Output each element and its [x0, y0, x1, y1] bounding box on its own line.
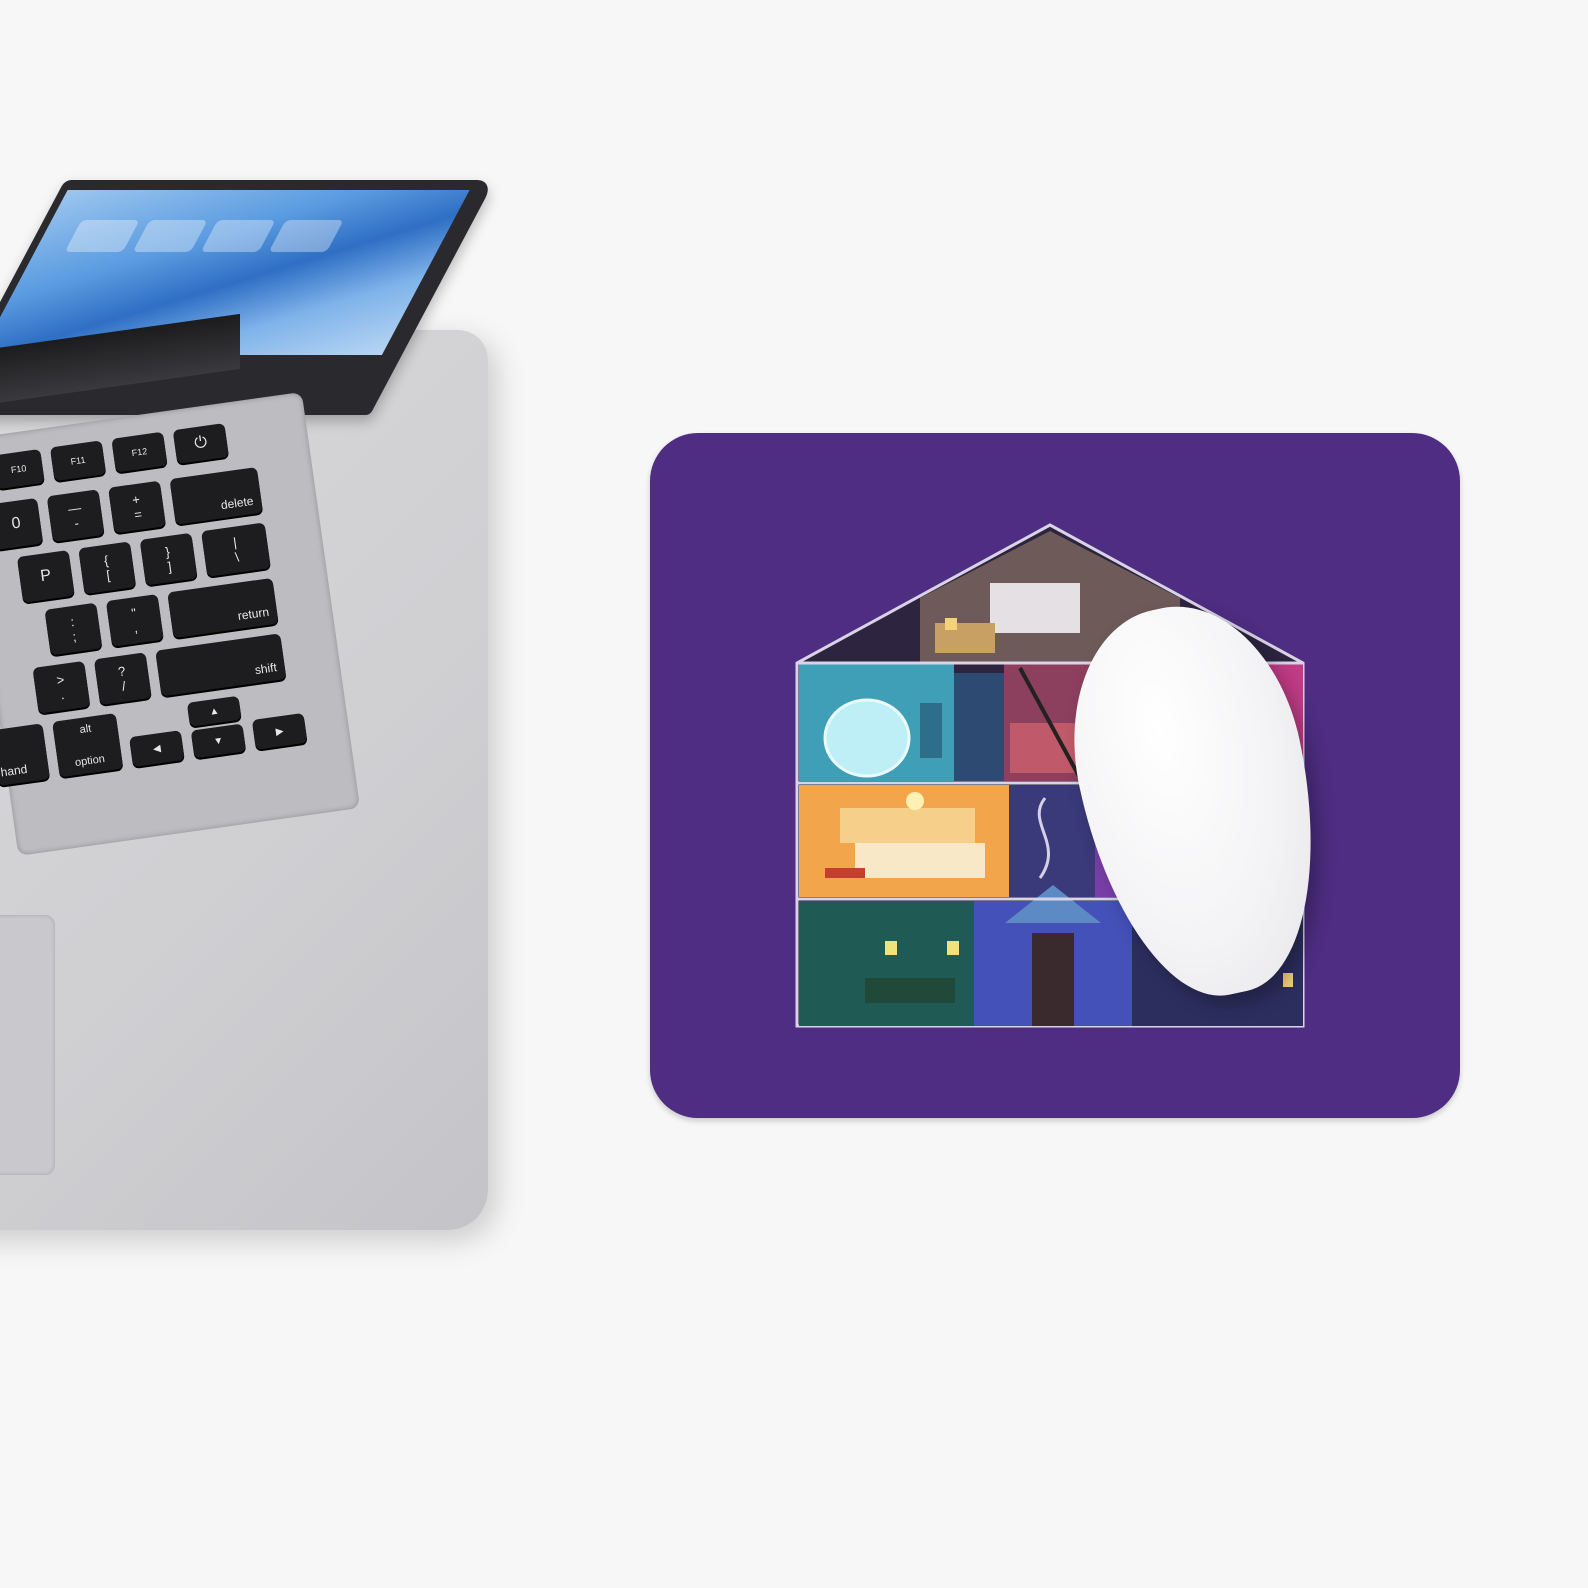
key-colon: :; [44, 602, 103, 656]
key-arrow-right: ▶ [251, 712, 308, 750]
attic-lamp [945, 618, 957, 630]
key-shift: shift [155, 633, 287, 697]
key-brace-close: }] [139, 532, 198, 586]
key-delete: delete [169, 466, 264, 525]
right-lamp [1283, 973, 1293, 987]
key-backslash: | \ [201, 522, 271, 577]
key-arrow-up: ▲ [186, 695, 242, 727]
kitchen-lamp [906, 792, 924, 810]
key-zero: 0 [0, 497, 44, 551]
screen-key-reflection [64, 220, 344, 252]
key-brace-open: {[ [78, 541, 137, 595]
living-lamp-left [885, 941, 897, 955]
key-greater-than: >. [32, 660, 91, 714]
key-power: ⏻ [172, 423, 229, 464]
laptop-trackpad [0, 915, 55, 1175]
product-photo-scene: F10 F11 F12 ⏻ 0 — - + = delete P {[ }] | \ … [0, 0, 1588, 1588]
entry-door [1032, 933, 1074, 1026]
key-f12: F12 [111, 431, 168, 473]
living-lamp-right [947, 941, 959, 955]
key-return: return [167, 577, 279, 639]
fishbowl [823, 698, 911, 778]
key-arrow-down: ▼ [190, 723, 247, 759]
key-arrow-left: ◀ [129, 730, 185, 768]
key-plus: + = [108, 480, 166, 534]
key-f11: F11 [49, 440, 107, 482]
kitchen-table [825, 868, 865, 878]
aquarium-door [920, 703, 942, 758]
key-question: ? / [93, 652, 152, 706]
attic-boxes [935, 623, 995, 653]
key-option: alt option [52, 713, 124, 778]
hallway-ladder [954, 673, 1004, 781]
living-sofa [865, 978, 955, 1003]
key-minus: — - [46, 489, 105, 543]
kitchen-counter [855, 843, 985, 878]
key-quote: ", [105, 594, 164, 647]
laptop-keyboard: F10 F11 F12 ⏻ 0 — - + = delete P {[ }] | \ … [0, 391, 361, 856]
living-room [799, 901, 974, 1026]
attic-sheet [990, 583, 1080, 633]
key-p: P [16, 549, 75, 603]
key-f10: F10 [0, 448, 45, 490]
kitchen-window [840, 808, 975, 843]
key-command: hand [0, 723, 51, 787]
